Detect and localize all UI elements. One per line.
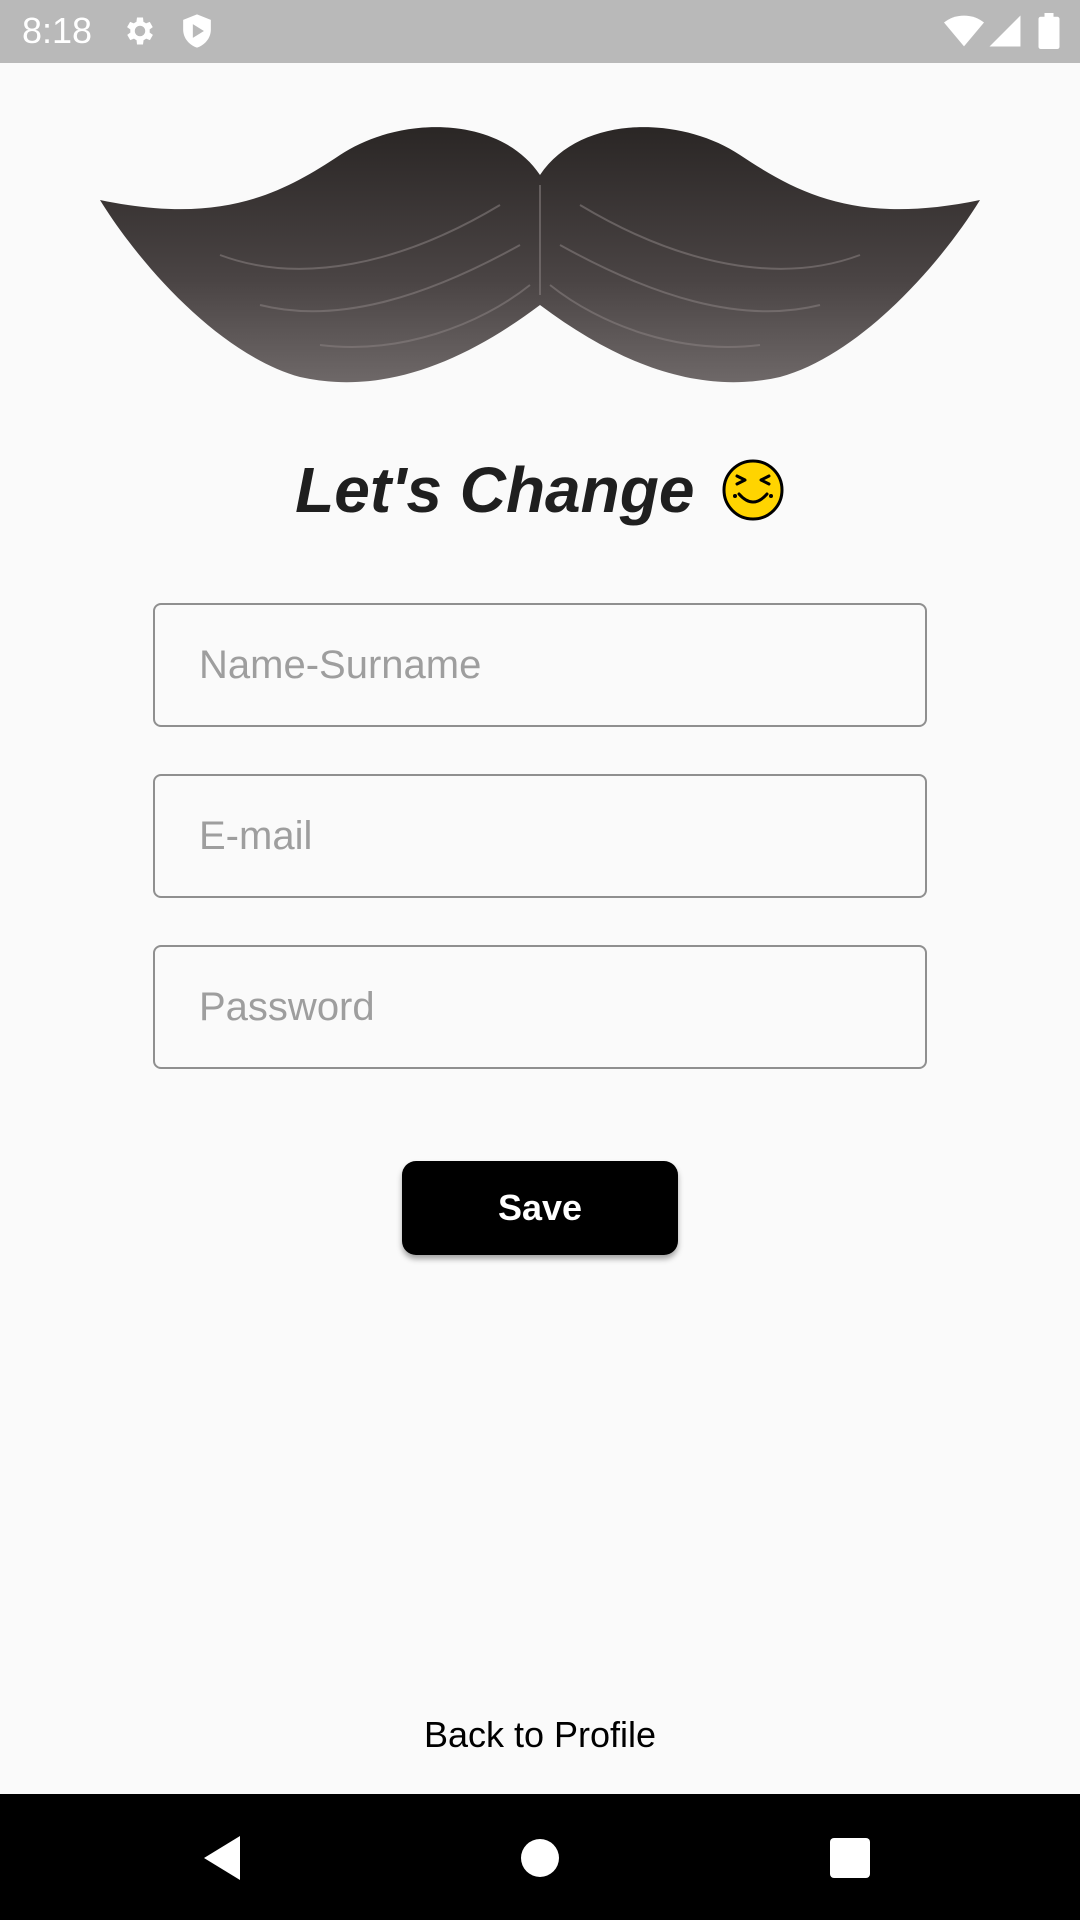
battery-icon bbox=[1038, 13, 1060, 49]
navigation-bar bbox=[0, 1794, 1080, 1920]
title-row: Let's Change bbox=[0, 450, 1080, 530]
back-triangle-icon[interactable] bbox=[198, 1830, 254, 1886]
name-surname-field[interactable] bbox=[153, 603, 927, 727]
email-field[interactable] bbox=[153, 774, 927, 898]
signal-icon bbox=[989, 15, 1021, 47]
password-field[interactable] bbox=[153, 945, 927, 1069]
home-circle-icon[interactable] bbox=[512, 1830, 568, 1886]
change-profile-screen: 8:18 Let's Change Name-Surname E-mail Sa… bbox=[0, 0, 1080, 1920]
wifi-icon bbox=[944, 15, 984, 47]
shield-icon bbox=[183, 14, 211, 48]
mustache-logo bbox=[100, 127, 980, 383]
laughing-smiley-icon bbox=[722, 459, 784, 521]
recents-square-icon[interactable] bbox=[822, 1830, 878, 1886]
page-title: Let's Change bbox=[295, 454, 695, 526]
save-button[interactable]: Save bbox=[402, 1161, 678, 1255]
status-time: 8:18 bbox=[22, 10, 93, 51]
gear-icon bbox=[127, 17, 153, 45]
back-to-profile-link[interactable]: Back to Profile bbox=[0, 1710, 1080, 1760]
status-bar: 8:18 bbox=[0, 0, 1080, 63]
